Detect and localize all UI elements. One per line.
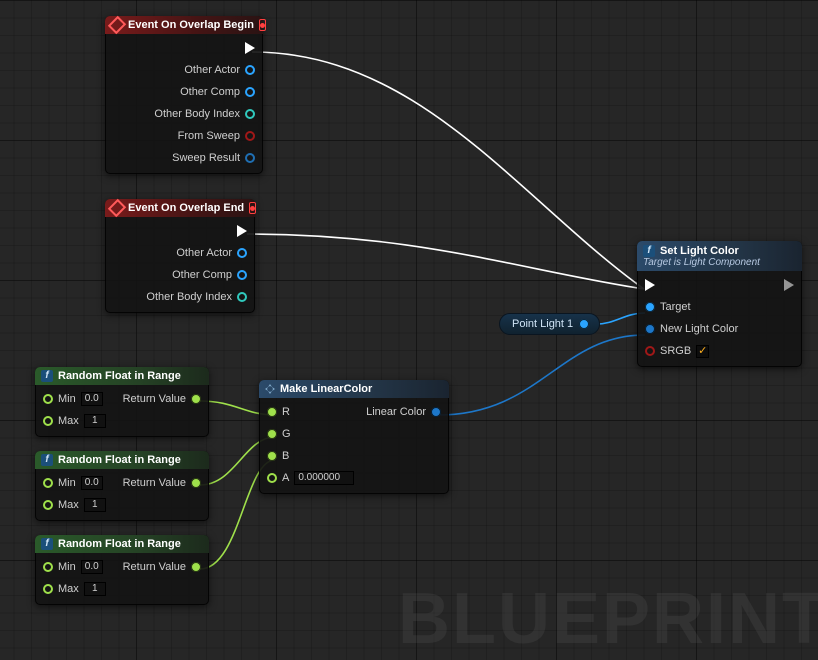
pin-linear-color-out[interactable]: Linear Color (366, 404, 441, 420)
node-random-float-1[interactable]: f Random Float in Range Min0.0 Max1 Retu… (35, 367, 209, 437)
min-input[interactable]: 0.0 (81, 392, 103, 406)
make-struct-icon (265, 384, 275, 394)
max-input[interactable]: 1 (84, 582, 106, 596)
pin-min[interactable]: Min0.0 (43, 475, 106, 491)
node-event-overlap-end[interactable]: Event On Overlap End Other Actor Other C… (105, 199, 255, 313)
node-random-float-2[interactable]: f Random Float in Range Min0.0 Max1 Retu… (35, 451, 209, 521)
node-subtitle: Target is Light Component (643, 257, 760, 268)
min-input[interactable]: 0.0 (81, 476, 103, 490)
pin-return-value[interactable]: Return Value (123, 475, 201, 491)
node-title: Random Float in Range (58, 454, 181, 466)
max-input[interactable]: 1 (84, 414, 106, 428)
function-icon: f (41, 454, 53, 466)
pin-other-body-index[interactable]: Other Body Index (146, 289, 247, 305)
function-icon: f (41, 538, 53, 550)
pin-other-actor[interactable]: Other Actor (146, 245, 247, 261)
pin-sweep-result[interactable]: Sweep Result (154, 150, 255, 166)
node-title: Set Light Color (660, 245, 739, 257)
pin-other-comp[interactable]: Other Comp (146, 267, 247, 283)
pin-a[interactable]: A0.000000 (267, 470, 354, 486)
breakpoint-icon[interactable] (249, 202, 256, 214)
node-header[interactable]: f Random Float in Range (35, 535, 209, 553)
pin-return-value[interactable]: Return Value (123, 391, 201, 407)
pin-b[interactable]: B (267, 448, 354, 464)
node-make-linearcolor[interactable]: Make LinearColor R G B A0.000000 Linear … (259, 380, 449, 494)
node-header[interactable]: Make LinearColor (259, 380, 449, 398)
pin-min[interactable]: Min0.0 (43, 391, 106, 407)
node-set-light-color[interactable]: f Set Light Color Target is Light Compon… (637, 241, 802, 367)
exec-out-pin[interactable] (154, 40, 255, 56)
pin-min[interactable]: Min0.0 (43, 559, 106, 575)
node-random-float-3[interactable]: f Random Float in Range Min0.0 Max1 Retu… (35, 535, 209, 605)
exec-out-pin[interactable] (146, 223, 247, 239)
pin-target[interactable]: Target (645, 299, 738, 315)
pin-srgb[interactable]: SRGB✓ (645, 343, 738, 359)
exec-in-pin[interactable] (645, 277, 738, 293)
pin-max[interactable]: Max1 (43, 581, 106, 597)
node-title: Random Float in Range (58, 370, 181, 382)
pin-other-comp[interactable]: Other Comp (154, 84, 255, 100)
event-icon (111, 202, 123, 214)
node-header[interactable]: f Set Light Color Target is Light Compon… (637, 241, 802, 271)
min-input[interactable]: 0.0 (81, 560, 103, 574)
exec-out-pin[interactable] (784, 277, 794, 293)
watermark-text: BLUEPRINT (398, 578, 818, 660)
pin-g[interactable]: G (267, 426, 354, 442)
pin-other-actor[interactable]: Other Actor (154, 62, 255, 78)
alpha-input[interactable]: 0.000000 (294, 471, 354, 485)
function-icon: f (643, 245, 655, 257)
pin-r[interactable]: R (267, 404, 354, 420)
node-title: Event On Overlap End (128, 202, 244, 214)
node-event-overlap-begin[interactable]: Event On Overlap Begin Other Actor Other… (105, 16, 263, 174)
max-input[interactable]: 1 (84, 498, 106, 512)
node-header[interactable]: Event On Overlap Begin (105, 16, 263, 34)
node-title: Make LinearColor (280, 383, 372, 395)
variable-point-light-1[interactable]: Point Light 1 (499, 313, 600, 335)
function-icon: f (41, 370, 53, 382)
breakpoint-icon[interactable] (259, 19, 266, 31)
pin-max[interactable]: Max1 (43, 497, 106, 513)
srgb-checkbox[interactable]: ✓ (696, 345, 709, 358)
node-title: Random Float in Range (58, 538, 181, 550)
pin-from-sweep[interactable]: From Sweep (154, 128, 255, 144)
node-header[interactable]: f Random Float in Range (35, 367, 209, 385)
pin-new-light-color[interactable]: New Light Color (645, 321, 738, 337)
pin-variable-out[interactable] (579, 319, 589, 329)
pin-other-body-index[interactable]: Other Body Index (154, 106, 255, 122)
node-header[interactable]: f Random Float in Range (35, 451, 209, 469)
pin-max[interactable]: Max1 (43, 413, 106, 429)
pin-return-value[interactable]: Return Value (123, 559, 201, 575)
variable-label: Point Light 1 (512, 318, 573, 330)
node-title: Event On Overlap Begin (128, 19, 254, 31)
event-icon (111, 19, 123, 31)
node-header[interactable]: Event On Overlap End (105, 199, 255, 217)
